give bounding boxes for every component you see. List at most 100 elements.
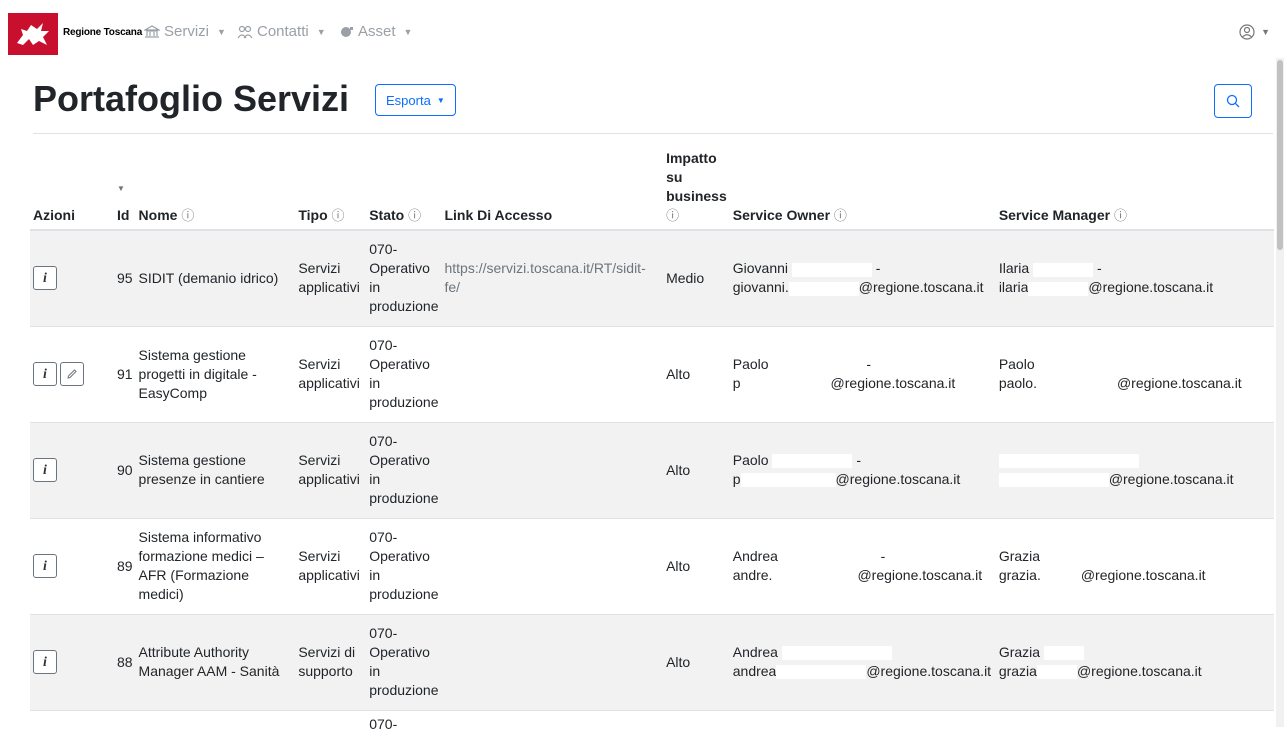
info-icon[interactable]: ⓘ bbox=[408, 208, 421, 223]
row-link[interactable] bbox=[441, 325, 664, 422]
nav-contatti-label: Contatti bbox=[257, 23, 309, 40]
chevron-down-icon: ▼ bbox=[316, 26, 326, 37]
nav-servizi[interactable]: Servizi ▼ bbox=[144, 23, 226, 40]
row-impatto: Alto bbox=[663, 613, 730, 710]
row-stato: 070- bbox=[366, 709, 442, 740]
col-manager[interactable]: Service Manager ⓘ bbox=[995, 134, 1274, 231]
row-link[interactable] bbox=[441, 517, 664, 614]
row-nome: Sistema gestione progetti in digitale - … bbox=[135, 325, 296, 422]
row-stato: 070- Operativo in produzione bbox=[366, 421, 442, 518]
row-owner: Giovanni - giovanni. @regione.toscana.it bbox=[729, 229, 996, 326]
user-menu[interactable]: ▼ bbox=[1239, 24, 1270, 40]
nav-contatti[interactable]: Contatti ▼ bbox=[237, 23, 326, 40]
info-icon[interactable]: ⓘ bbox=[181, 208, 194, 223]
nav-servizi-label: Servizi bbox=[164, 23, 210, 40]
info-button[interactable]: i bbox=[33, 266, 57, 291]
brand-name[interactable]: Regione Toscana bbox=[63, 27, 142, 38]
col-link[interactable]: Link Di Accesso bbox=[441, 134, 664, 231]
row-manager: Paolo paolo. @regione.toscana.it bbox=[995, 325, 1274, 422]
row-stato: 070- Operativo in produzione bbox=[366, 517, 442, 614]
table-row: i 95 SIDIT (demanio idrico) Servizi appl… bbox=[30, 229, 1274, 326]
scrollbar-thumb[interactable] bbox=[1277, 60, 1283, 250]
col-stato[interactable]: Stato ⓘ bbox=[366, 134, 442, 231]
row-manager: Grazia grazia @regione.toscana.it bbox=[995, 613, 1274, 710]
row-nome: Sistema informativo formazione medici – … bbox=[135, 517, 296, 614]
row-id: 89 bbox=[113, 517, 136, 614]
row-tipo: Servizi di supporto bbox=[295, 613, 367, 710]
table-row: i 89 Sistema informativo formazione medi… bbox=[30, 517, 1274, 614]
table-row: i 90 Sistema gestione presenze in cantie… bbox=[30, 421, 1274, 518]
row-nome: Attribute Authority Manager AAM - Sanità bbox=[135, 613, 296, 710]
edit-button[interactable] bbox=[60, 362, 84, 386]
table-row: i 91 Sistema gestione progetti in digita… bbox=[30, 325, 1274, 422]
col-owner[interactable]: Service Owner ⓘ bbox=[729, 134, 996, 231]
asset-icon bbox=[341, 26, 353, 37]
row-impatto: Alto bbox=[663, 517, 730, 614]
row-manager: @regione.toscana.it bbox=[995, 421, 1274, 518]
row-link[interactable] bbox=[441, 613, 664, 710]
row-link[interactable]: https://servizi.toscana.it/RT/sidit-fe/ bbox=[441, 229, 664, 326]
export-button[interactable]: Esporta ▼ bbox=[375, 84, 456, 116]
row-stato: 070- Operativo in produzione bbox=[366, 613, 442, 710]
row-stato: 070- Operativo in produzione bbox=[366, 325, 442, 422]
row-id: 88 bbox=[113, 613, 136, 710]
row-id: 91 bbox=[113, 325, 136, 422]
row-nome: Sistema gestione presenze in cantiere bbox=[135, 421, 296, 518]
page-title: Portafoglio Servizi bbox=[33, 78, 350, 119]
row-owner: Paolo - p @regione.toscana.it bbox=[729, 421, 996, 518]
top-navbar: Regione Toscana Servizi ▼ Contatti ▼ Ass… bbox=[0, 0, 1284, 58]
user-circle-icon bbox=[1239, 24, 1255, 40]
info-icon[interactable]: ⓘ bbox=[834, 208, 847, 223]
row-impatto: Medio bbox=[663, 229, 730, 326]
table-row: i 88 Attribute Authority Manager AAM - S… bbox=[30, 613, 1274, 710]
info-icon[interactable]: ⓘ bbox=[1114, 208, 1127, 223]
col-id[interactable]: ▼ Id bbox=[113, 134, 136, 231]
search-button[interactable] bbox=[1214, 84, 1252, 118]
chevron-down-icon: ▼ bbox=[436, 95, 445, 105]
row-stato: 070- Operativo in produzione bbox=[366, 229, 442, 326]
nav-asset-label: Asset bbox=[358, 23, 396, 40]
row-link[interactable] bbox=[441, 421, 664, 518]
chevron-down-icon: ▼ bbox=[403, 26, 413, 37]
row-actions: i bbox=[30, 325, 114, 422]
row-impatto: Alto bbox=[663, 421, 730, 518]
row-tipo: Servizi applicativi bbox=[295, 517, 367, 614]
pegasus-icon bbox=[17, 23, 49, 45]
info-icon[interactable]: ⓘ bbox=[666, 208, 679, 223]
row-tipo: Servizi applicativi bbox=[295, 229, 367, 326]
row-id: 95 bbox=[113, 229, 136, 326]
row-actions: i bbox=[30, 421, 114, 518]
chevron-down-icon: ▼ bbox=[1261, 27, 1270, 37]
users-icon bbox=[237, 25, 253, 38]
row-actions: i bbox=[30, 517, 114, 614]
row-tipo: Servizi applicativi bbox=[295, 325, 367, 422]
row-impatto: Alto bbox=[663, 325, 730, 422]
table-row: 070- bbox=[30, 709, 1274, 740]
row-nome: SIDIT (demanio idrico) bbox=[135, 229, 296, 326]
info-button[interactable]: i bbox=[33, 458, 57, 482]
sort-desc-icon[interactable]: ▼ bbox=[117, 179, 133, 198]
regione-toscana-logo[interactable] bbox=[8, 13, 58, 55]
row-id: 90 bbox=[113, 421, 136, 518]
row-manager: Ilaria - ilaria @regione.toscana.it bbox=[995, 229, 1274, 326]
row-manager: Grazia grazia. @regione.toscana.it bbox=[995, 517, 1274, 614]
col-tipo[interactable]: Tipo ⓘ bbox=[295, 134, 367, 231]
row-tipo: Servizi applicativi bbox=[295, 421, 367, 518]
services-table: Azioni ▼ Id Nome ⓘ Tipo ⓘ Stato ⓘ Link D… bbox=[30, 134, 1274, 740]
table-header-row: Azioni ▼ Id Nome ⓘ Tipo ⓘ Stato ⓘ Link D… bbox=[30, 134, 1274, 231]
chevron-down-icon: ▼ bbox=[217, 26, 226, 37]
bank-icon bbox=[144, 24, 160, 38]
export-button-label: Esporta bbox=[386, 92, 431, 108]
col-azioni: Azioni bbox=[30, 134, 114, 231]
col-nome[interactable]: Nome ⓘ bbox=[135, 134, 296, 231]
info-button[interactable]: i bbox=[33, 650, 57, 674]
info-icon[interactable]: ⓘ bbox=[332, 208, 345, 223]
row-actions: i bbox=[30, 229, 114, 326]
col-impatto[interactable]: Impatto su business ⓘ bbox=[663, 134, 730, 231]
search-icon bbox=[1226, 94, 1240, 108]
info-button[interactable]: i bbox=[33, 362, 57, 386]
nav-asset[interactable]: Asset ▼ bbox=[340, 23, 412, 40]
pencil-icon bbox=[67, 369, 77, 379]
row-actions: i bbox=[30, 613, 114, 710]
info-button[interactable]: i bbox=[33, 554, 57, 578]
